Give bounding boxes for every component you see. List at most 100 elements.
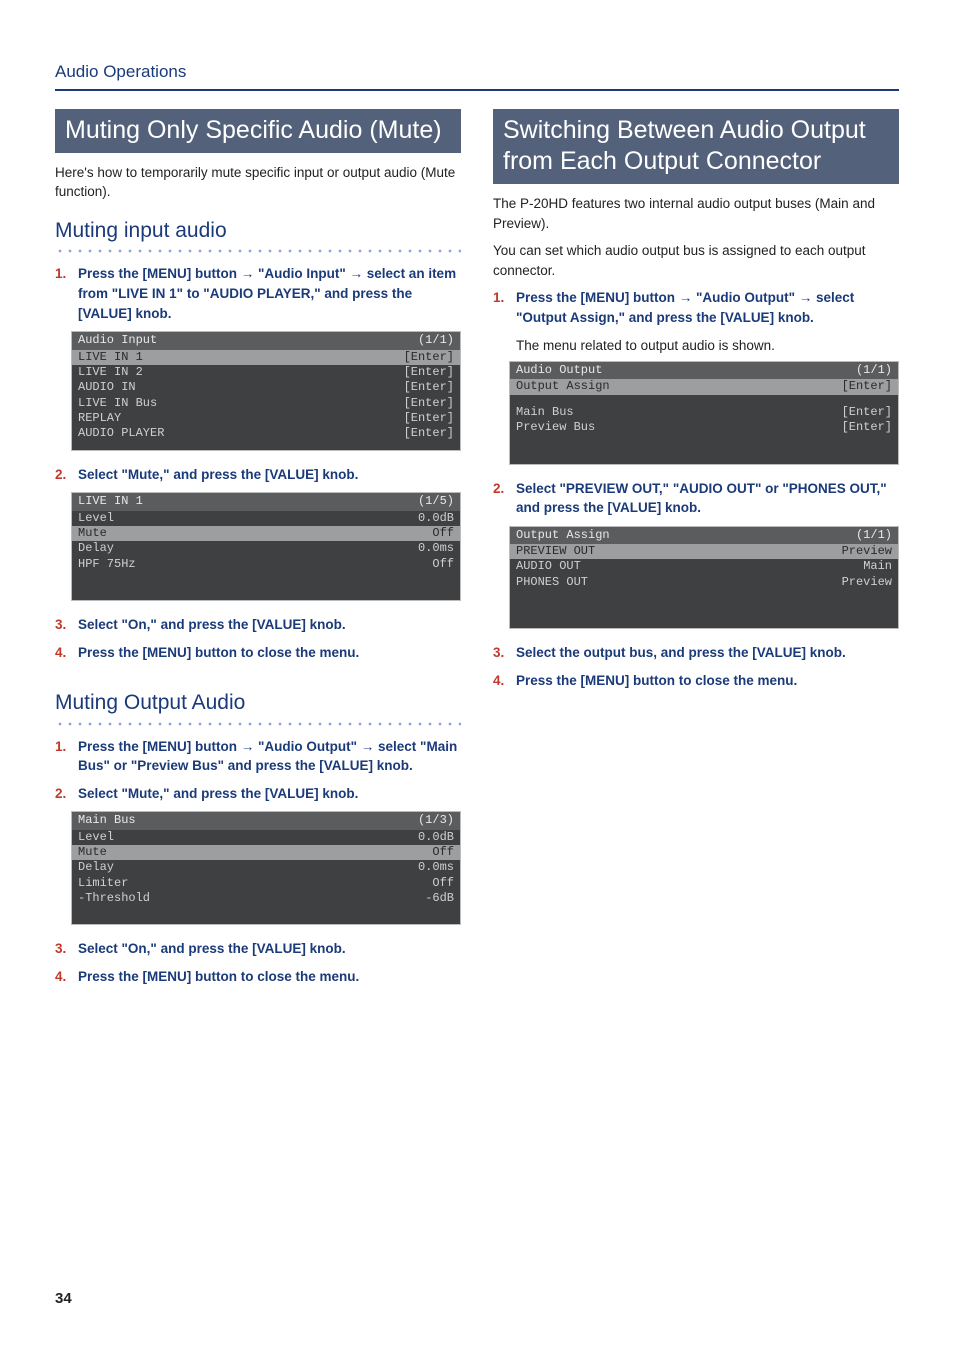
menu-row: LimiterOff	[72, 876, 460, 891]
menu-row-value: [Enter]	[404, 350, 454, 365]
menu-row: AUDIO PLAYER [Enter]	[72, 426, 460, 441]
step: 2. Select "Mute," and press the [VALUE] …	[55, 465, 461, 485]
menu-row-label: LIVE IN 1	[78, 350, 143, 365]
step-text: Select "On," and press the [VALUE] knob.	[78, 615, 461, 635]
two-column-layout: Muting Only Specific Audio (Mute) Here's…	[55, 109, 899, 1310]
menu-row: Main Bus [Enter]	[510, 405, 898, 420]
section-heading-mute: Muting Only Specific Audio (Mute)	[55, 109, 461, 153]
menu-title-row: Audio Output(1/1)	[510, 362, 898, 379]
step: 1. Press the [MENU] button → "Audio Inpu…	[55, 264, 461, 323]
step-text: Select "PREVIEW OUT," "AUDIO OUT" or "PH…	[516, 479, 899, 518]
step-number: 1.	[55, 264, 70, 323]
menu-row: PREVIEW OUT Preview	[510, 544, 898, 559]
dotted-rule	[55, 248, 461, 254]
step: 1. Press the [MENU] button → "Audio Outp…	[55, 737, 461, 776]
menu-row-value: Off	[432, 845, 454, 860]
menu-row-value: 0.0dB	[418, 830, 454, 845]
step-subtext: The menu related to output audio is show…	[516, 336, 899, 356]
left-column: Muting Only Specific Audio (Mute) Here's…	[55, 109, 461, 1310]
menu-row: LIVE IN 2[Enter]	[72, 365, 460, 380]
menu-row-value: 0.0ms	[418, 541, 454, 556]
menu-row-value: Main	[863, 559, 892, 574]
step-text: Press the [MENU] button → "Audio Input" …	[78, 264, 461, 323]
menu-row-value: [Enter]	[404, 426, 454, 441]
menu-row: AUDIO IN [Enter]	[72, 380, 460, 395]
step: 1. Press the [MENU] button → "Audio Outp…	[493, 288, 899, 327]
step-text: Press the [MENU] button to close the men…	[516, 671, 899, 691]
menu-row-label: AUDIO IN	[78, 380, 136, 395]
menu-page-indicator: (1/1)	[856, 528, 892, 543]
menu-row-label: Level	[78, 511, 114, 526]
subheading-output: Muting Output Audio	[55, 688, 461, 718]
menu-row-label: AUDIO PLAYER	[78, 426, 164, 441]
menu-title-row: LIVE IN 1(1/5)	[72, 493, 460, 510]
step-text: Select "Mute," and press the [VALUE] kno…	[78, 784, 461, 804]
menu-screenshot: Audio Input(1/1)LIVE IN 1[Enter]LIVE IN …	[71, 331, 461, 451]
step-number: 3.	[55, 939, 70, 959]
step-text: Press the [MENU] button to close the men…	[78, 967, 461, 987]
menu-row: REPLAY[Enter]	[72, 411, 460, 426]
menu-title: Audio Input	[78, 333, 157, 348]
section-heading-switch: Switching Between Audio Output from Each…	[493, 109, 899, 185]
subheading-input: Muting input audio	[55, 216, 461, 246]
step-number: 2.	[55, 784, 70, 804]
step: 4. Press the [MENU] button to close the …	[55, 643, 461, 663]
step-number: 4.	[493, 671, 508, 691]
menu-row: Preview Bus [Enter]	[510, 420, 898, 435]
menu-title: Audio Output	[516, 363, 602, 378]
menu-row-value: [Enter]	[404, 411, 454, 426]
step-text: Press the [MENU] button → "Audio Output"…	[516, 288, 899, 327]
step-number: 1.	[55, 737, 70, 776]
menu-row: -Threshold-6dB	[72, 891, 460, 906]
menu-row-value: [Enter]	[842, 379, 892, 394]
menu-row-value: Preview	[842, 544, 892, 559]
menu-row-label: LIVE IN Bus	[78, 396, 157, 411]
menu-row-label: AUDIO OUT	[516, 559, 581, 574]
step: 3. Select "On," and press the [VALUE] kn…	[55, 615, 461, 635]
menu-row-value: [Enter]	[842, 420, 892, 435]
menu-row-label: HPF 75Hz	[78, 557, 136, 572]
menu-row-value: Preview	[842, 575, 892, 590]
menu-row-label: Delay	[78, 860, 114, 875]
menu-row: PHONES OUTPreview	[510, 575, 898, 590]
step-text: Select "Mute," and press the [VALUE] kno…	[78, 465, 461, 485]
step-text: Press the [MENU] button to close the men…	[78, 643, 461, 663]
menu-row-label: Preview Bus	[516, 420, 595, 435]
step: 4. Press the [MENU] button to close the …	[493, 671, 899, 691]
step-number: 2.	[55, 465, 70, 485]
right-column: Switching Between Audio Output from Each…	[493, 109, 899, 1310]
menu-row-label: Level	[78, 830, 114, 845]
step-text: Select the output bus, and press the [VA…	[516, 643, 899, 663]
step-number: 2.	[493, 479, 508, 518]
menu-row-value: [Enter]	[404, 380, 454, 395]
menu-row-label: PREVIEW OUT	[516, 544, 595, 559]
menu-page-indicator: (1/3)	[418, 813, 454, 828]
step: 2. Select "Mute," and press the [VALUE] …	[55, 784, 461, 804]
menu-row-label: Output Assign	[516, 379, 610, 394]
step-number: 4.	[55, 967, 70, 987]
header-title: Audio Operations	[55, 60, 899, 85]
menu-row-label: -Threshold	[78, 891, 150, 906]
menu-row-label: LIVE IN 2	[78, 365, 143, 380]
step: 4. Press the [MENU] button to close the …	[55, 967, 461, 987]
step: 2. Select "PREVIEW OUT," "AUDIO OUT" or …	[493, 479, 899, 518]
menu-title: Output Assign	[516, 528, 610, 543]
menu-row-label: Limiter	[78, 876, 128, 891]
menu-row-value: [Enter]	[842, 405, 892, 420]
menu-row-label: Main Bus	[516, 405, 574, 420]
menu-row-value: Off	[432, 557, 454, 572]
step: 3. Select the output bus, and press the …	[493, 643, 899, 663]
menu-page-indicator: (1/1)	[418, 333, 454, 348]
menu-row-label: Delay	[78, 541, 114, 556]
menu-title: LIVE IN 1	[78, 494, 143, 509]
menu-row: AUDIO OUT Main	[510, 559, 898, 574]
menu-screenshot: Main Bus(1/3)Level0.0dBMuteOffDelay0.0ms…	[71, 811, 461, 925]
menu-row: Delay 0.0ms	[72, 541, 460, 556]
step: 3. Select "On," and press the [VALUE] kn…	[55, 939, 461, 959]
step-number: 4.	[55, 643, 70, 663]
step-text: Press the [MENU] button → "Audio Output"…	[78, 737, 461, 776]
dotted-rule	[55, 721, 461, 727]
menu-row-value: 0.0ms	[418, 860, 454, 875]
menu-row-label: Mute	[78, 845, 107, 860]
menu-row: HPF 75Hz Off	[72, 557, 460, 572]
